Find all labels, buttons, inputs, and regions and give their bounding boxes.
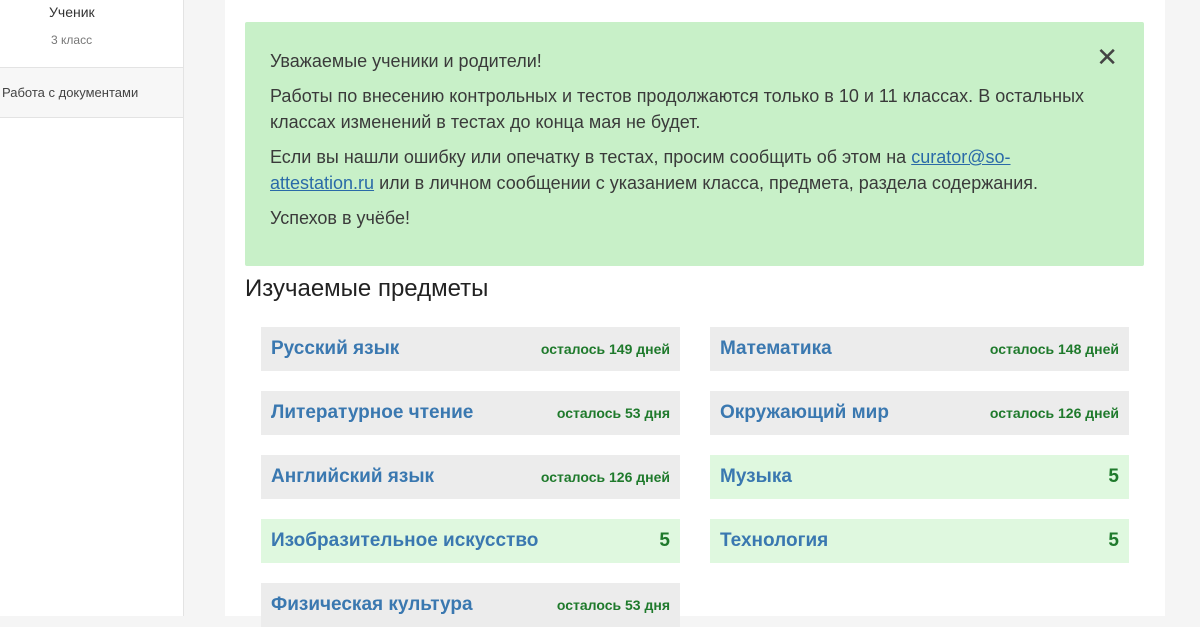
subject-name[interactable]: Технология bbox=[720, 530, 828, 552]
subject-grade: 5 bbox=[659, 530, 670, 551]
subject-card[interactable]: Технология 5 bbox=[710, 519, 1129, 563]
user-block[interactable]: Ученик 3 класс bbox=[0, 0, 183, 68]
alert-paragraph-2-start: Если вы нашли ошибку или опечатку в тест… bbox=[270, 147, 912, 167]
user-name: Ученик bbox=[49, 4, 95, 20]
announcement-alert: ✕ Уважаемые ученики и родители! Работы п… bbox=[245, 22, 1144, 266]
sidebar-item-documents[interactable]: Работа с документами bbox=[0, 68, 183, 118]
sidebar-item-label: Работа с документами bbox=[2, 85, 139, 100]
alert-paragraph-2-end: или в личном сообщении с указанием класс… bbox=[374, 173, 1038, 193]
sidebar: Ученик 3 класс Работа с документами bbox=[0, 0, 184, 616]
alert-paragraph-1: Работы по внесению контрольных и тестов … bbox=[270, 86, 1085, 132]
subject-status: осталось 126 дней bbox=[989, 405, 1119, 421]
subjects-grid: Русский язык осталось 149 дней Математик… bbox=[261, 327, 1129, 627]
subject-card[interactable]: Английский язык осталось 126 дней bbox=[261, 455, 680, 499]
subject-status: осталось 53 дня bbox=[556, 405, 670, 421]
subject-name[interactable]: Математика bbox=[720, 338, 832, 360]
subject-card[interactable]: Литературное чтение осталось 53 дня bbox=[261, 391, 680, 435]
subject-name[interactable]: Музыка bbox=[720, 466, 792, 488]
subject-status: осталось 126 дней bbox=[540, 469, 670, 485]
subject-name[interactable]: Окружающий мир bbox=[720, 402, 889, 424]
subject-name[interactable]: Литературное чтение bbox=[271, 402, 473, 424]
subject-card[interactable]: Математика осталось 148 дней bbox=[710, 327, 1129, 371]
alert-closing: Успехов в учёбе! bbox=[270, 208, 411, 228]
close-icon[interactable]: ✕ bbox=[1096, 44, 1118, 70]
subject-grade: 5 bbox=[1108, 530, 1119, 551]
subject-grade: 5 bbox=[1108, 466, 1119, 487]
subject-name[interactable]: Русский язык bbox=[271, 338, 399, 360]
user-class: 3 класс bbox=[51, 33, 93, 47]
subject-status: осталось 149 дней bbox=[540, 341, 670, 357]
subject-status: осталось 53 дня bbox=[556, 597, 670, 613]
alert-greeting: Уважаемые ученики и родители! bbox=[270, 51, 542, 71]
alert-paragraph-2: Если вы нашли ошибку или опечатку в тест… bbox=[270, 144, 1114, 196]
subject-card[interactable]: Музыка 5 bbox=[710, 455, 1129, 499]
subject-card[interactable]: Изобразительное искусство 5 bbox=[261, 519, 680, 563]
subject-card[interactable]: Русский язык осталось 149 дней bbox=[261, 327, 680, 371]
subject-name[interactable]: Физическая культура bbox=[271, 594, 473, 616]
section-title: Изучаемые предметы bbox=[245, 275, 489, 302]
subject-name[interactable]: Изобразительное искусство bbox=[271, 530, 538, 552]
main-content: ✕ Уважаемые ученики и родители! Работы п… bbox=[225, 0, 1165, 627]
subject-card[interactable]: Физическая культура осталось 53 дня bbox=[261, 583, 680, 627]
subject-name[interactable]: Английский язык bbox=[271, 466, 434, 488]
subject-status: осталось 148 дней bbox=[989, 341, 1119, 357]
subject-card[interactable]: Окружающий мир осталось 126 дней bbox=[710, 391, 1129, 435]
